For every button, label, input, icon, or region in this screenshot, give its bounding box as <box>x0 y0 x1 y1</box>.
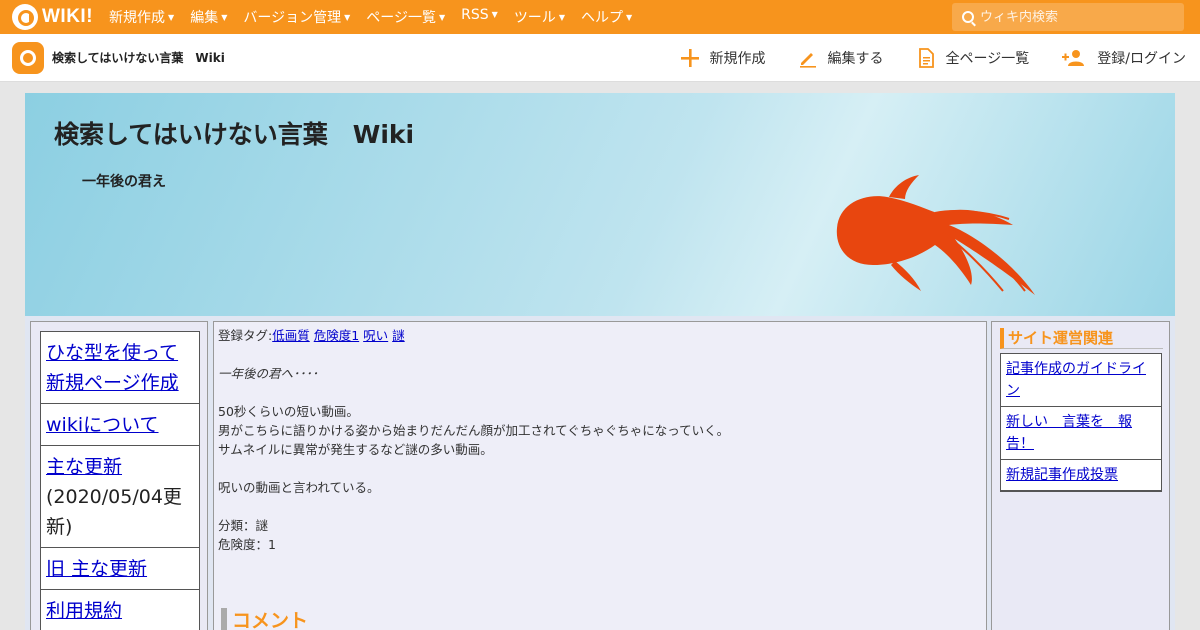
article-intro: 一年後の君へ････ <box>218 366 319 381</box>
article-line: 男がこちらに語りかける姿から始まりだんだん顔が加工されてぐちゃぐちゃになっていく… <box>218 423 730 438</box>
nav-label: ヘルプ <box>580 10 623 26</box>
atwiki-logo[interactable]: WIKI! <box>12 0 93 34</box>
caret-down-icon: ▼ <box>221 13 228 22</box>
menu-link[interactable]: wikiについて <box>46 414 159 436</box>
left-sidebar: ひな型を使って新規ページ作成 wikiについて 主な更新 (2020/05/04更… <box>30 321 208 630</box>
caret-down-icon: ▼ <box>438 13 446 22</box>
caret-down-icon: ▼ <box>625 13 633 22</box>
nav-help-menu[interactable]: ヘルプ ▼ <box>581 7 632 27</box>
document-icon <box>918 48 934 68</box>
header-actions: 新規作成 編集する 全ページ一覧 登録/ログイン <box>648 34 1186 82</box>
all-pages-label: 全ページ一覧 <box>945 51 1030 67</box>
edit-page-label: 編集する <box>827 51 884 67</box>
page-body: 検索してはいけない言葉 Wiki 一年後の君え ひな型を使って新規ページ作成 w… <box>25 93 1175 630</box>
logo-text: WIKI! <box>42 6 94 27</box>
guideline-link[interactable]: 記事作成のガイドライン <box>1006 361 1146 399</box>
tag-line: 登録タグ:低画質 危険度1 呪い 謎 <box>218 326 982 345</box>
at-logo-icon <box>12 4 38 30</box>
login-button[interactable]: 登録/ログイン <box>1061 48 1186 68</box>
top-nav: 新規作成 ▼ 編集 ▼ バージョン管理 ▼ ページ一覧 ▼ RSS ▼ ツール ▼ ヘルプ ▼ <box>109 7 648 27</box>
nav-pagelist-menu[interactable]: ページ一覧 ▼ <box>366 7 445 27</box>
plus-icon <box>680 49 699 67</box>
caret-down-icon: ▼ <box>558 13 565 22</box>
login-label: 登録/ログイン <box>1097 51 1186 67</box>
article-line: 呪いの動画と言われている。 <box>218 480 380 495</box>
nav-label: RSS <box>461 7 489 23</box>
comment-heading: コメント <box>221 608 308 630</box>
nav-label: 編集 <box>190 10 219 26</box>
edit-page-button[interactable]: 編集する <box>798 48 884 68</box>
site-logo-icon[interactable] <box>12 41 44 74</box>
site-name[interactable]: 検索してはいけない言葉 Wiki <box>52 49 225 66</box>
all-pages-button[interactable]: 全ページ一覧 <box>916 48 1030 68</box>
vote-link[interactable]: 新規記事作成投票 <box>1006 467 1118 483</box>
menu-item-template: ひな型を使って新規ページ作成 <box>41 332 199 404</box>
search-icon[interactable] <box>962 11 974 23</box>
main-content: 登録タグ:低画質 危険度1 呪い 謎 一年後の君へ････ 50秒くらいの短い動… <box>213 321 987 630</box>
banner-title: 検索してはいけない言葉 Wiki <box>54 120 415 149</box>
search-box <box>952 3 1184 31</box>
tag-link[interactable]: 謎 <box>392 328 405 343</box>
nav-label: 新規作成 <box>109 10 166 26</box>
caret-down-icon: ▼ <box>491 10 498 19</box>
nav-version-menu[interactable]: バージョン管理 ▼ <box>243 7 350 27</box>
article-danger: 危険度：1 <box>218 537 276 552</box>
nav-new-menu[interactable]: 新規作成 ▼ <box>109 7 174 27</box>
nav-label: ツール <box>513 10 556 26</box>
right-menu: 記事作成のガイドライン 新しい 言葉を 報告！ 新規記事作成投票 <box>1000 353 1162 492</box>
nav-edit-menu[interactable]: 編集 ▼ <box>190 7 227 27</box>
add-user-icon <box>1062 50 1085 66</box>
nav-label: ページ一覧 <box>366 10 436 26</box>
tag-link[interactable]: 呪い <box>363 328 388 343</box>
nav-tools-menu[interactable]: ツール ▼ <box>514 7 565 27</box>
article-category: 分類：謎 <box>218 518 269 533</box>
right-menu-heading: サイト運営関連 <box>1000 328 1163 349</box>
article-line: サムネイルに異常が発生するなど謎の多い動画。 <box>218 442 493 457</box>
menu-link[interactable]: 旧 主な更新 <box>46 558 147 580</box>
nav-label: バージョン管理 <box>243 10 342 26</box>
menu-item-about: wikiについて <box>41 404 199 446</box>
tag-link[interactable]: 低画質 <box>272 328 310 343</box>
caret-down-icon: ▼ <box>168 13 175 22</box>
right-sidebar: サイト運営関連 記事作成のガイドライン 新しい 言葉を 報告！ 新規記事作成投票 <box>991 321 1170 630</box>
menu-note: (2020/05/04更新) <box>46 486 182 538</box>
menu-link[interactable]: 利用規約 <box>46 600 122 622</box>
right-menu-item-vote: 新規記事作成投票 <box>1001 460 1161 491</box>
new-page-button[interactable]: 新規作成 <box>680 48 766 68</box>
article-line: 50秒くらいの短い動画。 <box>218 404 359 419</box>
pencil-icon <box>799 53 816 68</box>
banner: 検索してはいけない言葉 Wiki 一年後の君え <box>25 93 1175 316</box>
search-input[interactable] <box>980 9 1170 25</box>
new-page-label: 新規作成 <box>709 51 766 67</box>
tags-label: 登録タグ: <box>218 328 273 343</box>
top-bar: WIKI! 新規作成 ▼ 編集 ▼ バージョン管理 ▼ ページ一覧 ▼ RSS ▼ ツール… <box>0 0 1200 34</box>
caret-down-icon: ▼ <box>344 13 351 22</box>
nav-rss-menu[interactable]: RSS ▼ <box>461 7 498 27</box>
goldfish-illustration <box>836 175 1035 295</box>
menu-link[interactable]: 主な更新 <box>46 456 122 478</box>
tag-link[interactable]: 危険度1 <box>314 328 359 343</box>
menu-link[interactable]: ひな型を使って新規ページ作成 <box>46 342 179 394</box>
right-menu-item-report: 新しい 言葉を 報告！ <box>1001 407 1161 460</box>
banner-subtitle: 一年後の君え <box>82 174 166 190</box>
menu-item-terms: 利用規約 <box>41 590 199 630</box>
site-header: 検索してはいけない言葉 Wiki 新規作成 編集する 全ページ一覧 登録/ログイ… <box>0 34 1200 82</box>
left-menu: ひな型を使って新規ページ作成 wikiについて 主な更新 (2020/05/04更… <box>40 331 200 630</box>
menu-item-updates: 主な更新 (2020/05/04更新) <box>41 446 199 548</box>
menu-item-old-updates: 旧 主な更新 <box>41 548 199 590</box>
report-word-link[interactable]: 新しい 言葉を 報告！ <box>1006 414 1132 452</box>
right-menu-item-guideline: 記事作成のガイドライン <box>1001 354 1161 407</box>
